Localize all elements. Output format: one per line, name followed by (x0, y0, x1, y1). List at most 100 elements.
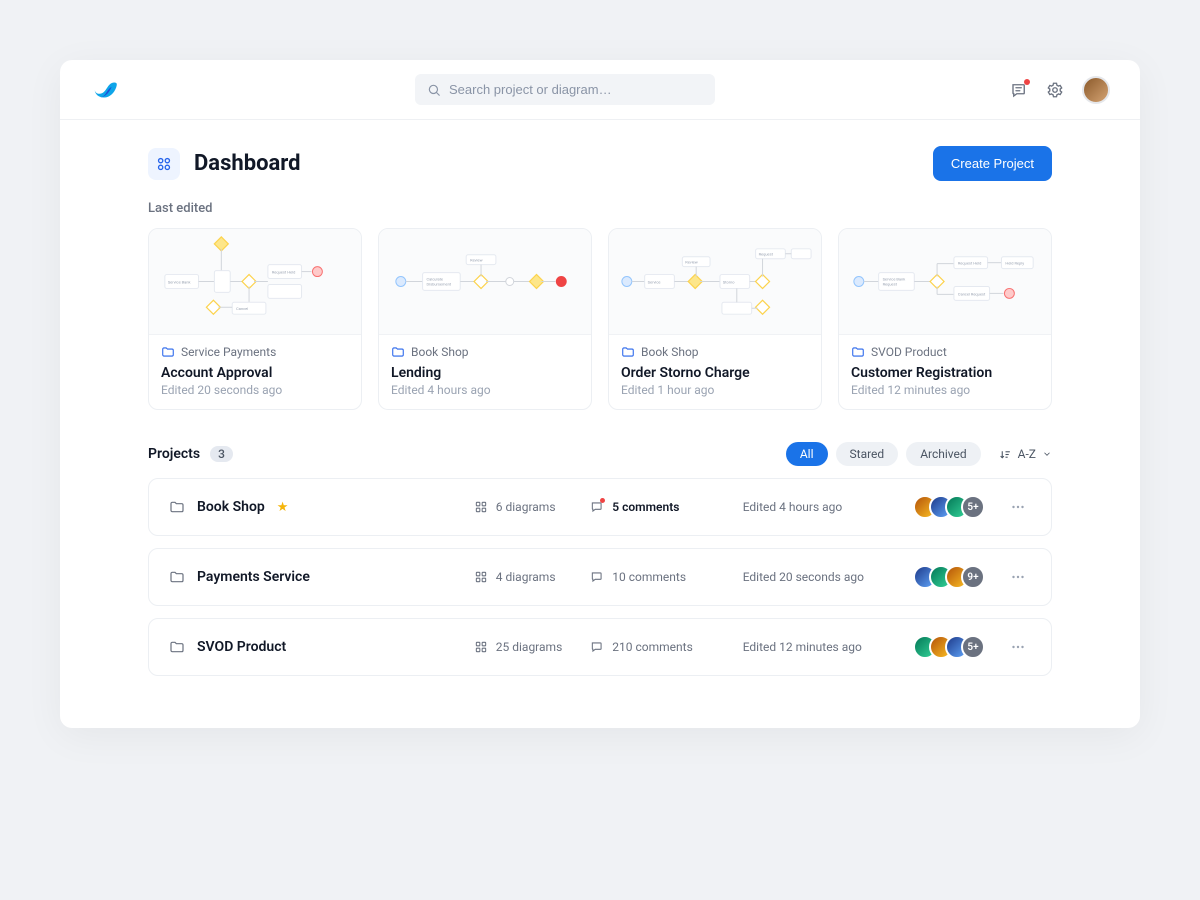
card-title: Customer Registration (851, 365, 1039, 381)
project-diagrams-cell: 6 diagrams (474, 500, 591, 514)
header-actions (1010, 76, 1110, 104)
project-name: Payments Service (197, 569, 310, 585)
search-container (136, 74, 994, 105)
project-comments: 5 comments (612, 500, 679, 514)
app-window: Dashboard Create Project Last edited Ser… (60, 60, 1140, 728)
card-folder-name: Book Shop (641, 345, 699, 359)
star-icon[interactable]: ★ (277, 500, 289, 515)
project-members[interactable]: 5+ (913, 495, 1005, 519)
sort-selector[interactable]: A-Z (999, 447, 1052, 461)
settings-button[interactable] (1046, 81, 1064, 99)
project-edited: Edited 20 seconds ago (743, 570, 913, 584)
card-edited: Edited 4 hours ago (391, 383, 579, 397)
grid-icon (474, 500, 488, 514)
diagram-card[interactable]: Service BankRequest Request Held Held Re… (838, 228, 1052, 410)
card-meta: SVOD Product Customer Registration Edite… (839, 335, 1051, 409)
project-comments: 10 comments (612, 570, 686, 584)
project-menu-button[interactable] (1005, 568, 1031, 586)
diagram-card[interactable]: Service Review Storno Request (608, 228, 822, 410)
card-folder: SVOD Product (851, 345, 1039, 359)
user-avatar[interactable] (1082, 76, 1110, 104)
folder-icon (169, 639, 185, 655)
page-title: Dashboard (194, 151, 301, 176)
diagram-preview: Service Review Storno Request (609, 229, 821, 335)
title-left: Dashboard (148, 148, 301, 180)
project-comments-cell[interactable]: 210 comments (590, 640, 742, 654)
member-more-badge: 5+ (961, 495, 985, 519)
grid-icon (474, 640, 488, 654)
project-menu-button[interactable] (1005, 498, 1031, 516)
card-folder-name: Book Shop (411, 345, 469, 359)
comment-icon (590, 570, 604, 584)
project-row[interactable]: SVOD Product 25 diagrams 210 comments Ed… (148, 618, 1052, 676)
create-project-button[interactable]: Create Project (933, 146, 1052, 181)
filter-stared[interactable]: Stared (836, 442, 899, 466)
card-folder-name: SVOD Product (871, 345, 947, 359)
project-comments-cell[interactable]: 10 comments (590, 570, 742, 584)
chevron-down-icon (1042, 449, 1052, 459)
svg-text:Request Held: Request Held (958, 261, 981, 266)
card-title: Lending (391, 365, 579, 381)
diagram-preview: Service BankRequest Request Held Held Re… (839, 229, 1051, 335)
project-comments-cell[interactable]: 5 comments (590, 500, 742, 514)
card-folder: Book Shop (391, 345, 579, 359)
header (60, 60, 1140, 120)
project-name-cell: Payments Service (169, 569, 474, 585)
project-diagrams: 25 diagrams (496, 640, 563, 654)
unread-dot (600, 498, 605, 503)
project-row[interactable]: Payments Service 4 diagrams 10 comments … (148, 548, 1052, 606)
sort-icon (999, 448, 1012, 461)
search-bar[interactable] (415, 74, 715, 105)
notification-dot (1024, 79, 1030, 85)
project-menu-button[interactable] (1005, 638, 1031, 656)
projects-filters: All Stared Archived A-Z (786, 442, 1052, 466)
folder-icon (169, 499, 185, 515)
card-meta: Service Payments Account Approval Edited… (149, 335, 361, 409)
title-row: Dashboard Create Project (148, 146, 1052, 181)
main-content: Dashboard Create Project Last edited Ser… (60, 120, 1140, 728)
project-members[interactable]: 9+ (913, 565, 1005, 589)
projects-title-wrap: Projects 3 (148, 446, 233, 462)
search-input[interactable] (449, 82, 703, 97)
folder-icon (169, 569, 185, 585)
project-diagrams: 4 diagrams (496, 570, 556, 584)
svg-text:Review: Review (470, 258, 482, 263)
card-edited: Edited 20 seconds ago (161, 383, 349, 397)
project-row[interactable]: Book Shop ★ 6 diagrams 5 comments Edited… (148, 478, 1052, 536)
card-edited: Edited 1 hour ago (621, 383, 809, 397)
project-edited: Edited 4 hours ago (743, 500, 913, 514)
svg-text:Held Reply: Held Reply (1005, 261, 1024, 266)
filter-all[interactable]: All (786, 442, 828, 466)
dashboard-icon (148, 148, 180, 180)
card-meta: Book Shop Order Storno Charge Edited 1 h… (609, 335, 821, 409)
folder-icon (621, 345, 635, 359)
diagram-preview: CalculateDisbursement Review (379, 229, 591, 335)
last-edited-cards: Service Bank Request Held Cancel (148, 228, 1052, 410)
svg-text:Service: Service (648, 279, 661, 284)
sort-label: A-Z (1018, 447, 1036, 461)
projects-title: Projects (148, 446, 200, 462)
filter-archived[interactable]: Archived (906, 442, 980, 466)
svg-text:Request: Request (759, 252, 774, 257)
card-edited: Edited 12 minutes ago (851, 383, 1039, 397)
last-edited-label: Last edited (148, 201, 1052, 216)
project-name: Book Shop (197, 499, 265, 515)
search-icon (427, 83, 441, 97)
project-diagrams-cell: 25 diagrams (474, 640, 591, 654)
projects-header: Projects 3 All Stared Archived A-Z (148, 442, 1052, 466)
app-logo[interactable] (90, 75, 120, 105)
project-name: SVOD Product (197, 639, 286, 655)
grid-icon (474, 570, 488, 584)
diagram-card[interactable]: Service Bank Request Held Cancel (148, 228, 362, 410)
card-meta: Book Shop Lending Edited 4 hours ago (379, 335, 591, 409)
notifications-button[interactable] (1010, 81, 1028, 99)
project-name-cell: Book Shop ★ (169, 499, 474, 515)
diagram-preview: Service Bank Request Held Cancel (149, 229, 361, 335)
member-more-badge: 9+ (961, 565, 985, 589)
project-edited: Edited 12 minutes ago (743, 640, 913, 654)
project-members[interactable]: 5+ (913, 635, 1005, 659)
member-more-badge: 5+ (961, 635, 985, 659)
svg-text:Cancel: Cancel (236, 306, 248, 311)
svg-text:Storno: Storno (723, 279, 735, 284)
diagram-card[interactable]: CalculateDisbursement Review (378, 228, 592, 410)
